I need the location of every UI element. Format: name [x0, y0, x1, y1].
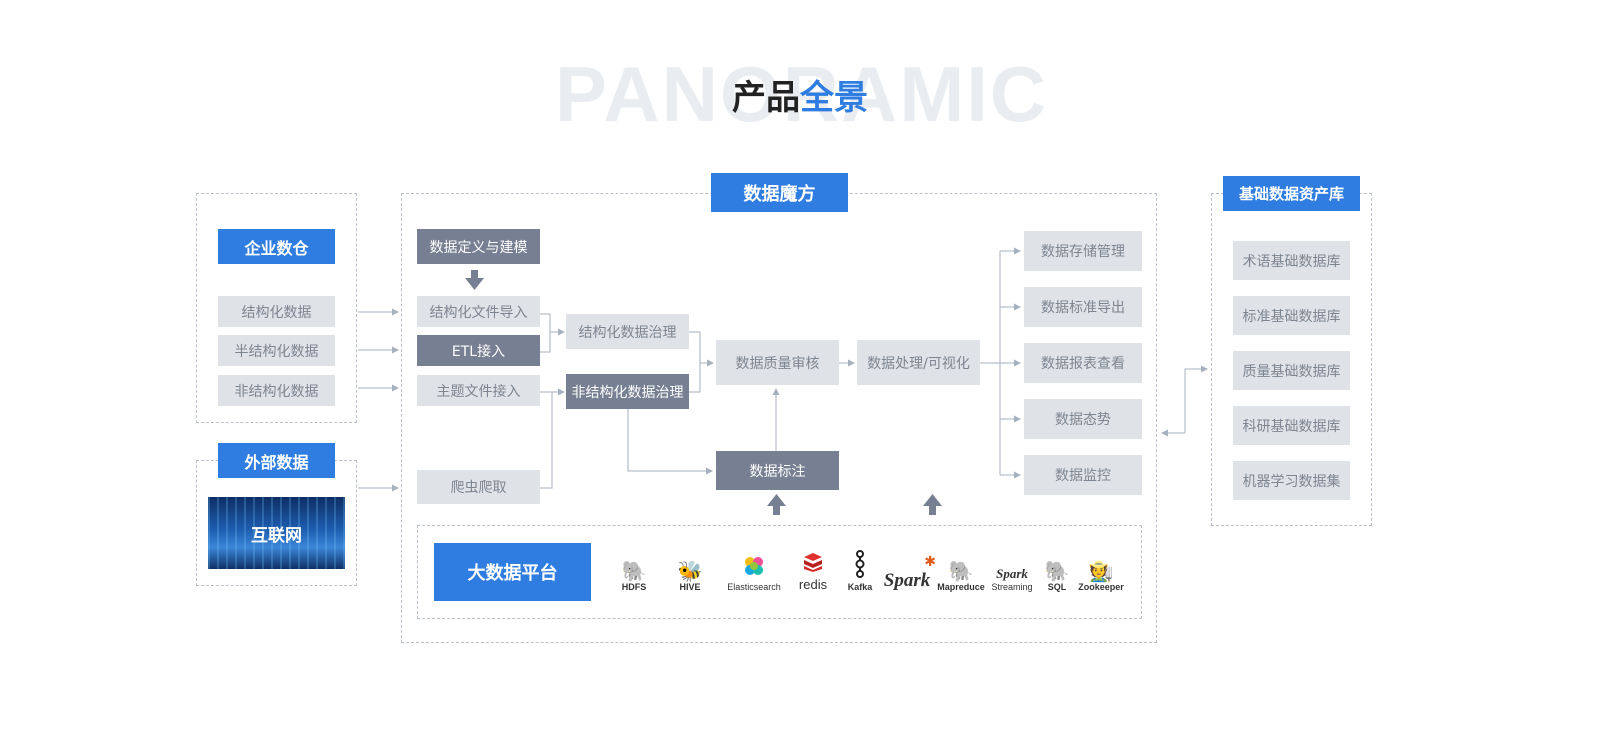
- library-title: 基础数据资产库: [1223, 176, 1360, 211]
- logo-name: SQL: [1047, 582, 1067, 592]
- kafka-logo: Kafka: [844, 548, 876, 592]
- mapreduce-logo: 🐘 Mapreduce: [937, 548, 985, 592]
- elephant-icon: 🐘: [621, 559, 647, 583]
- logo-name: Zookeeper: [1078, 582, 1124, 592]
- bee-elephant-icon: 🐝: [677, 559, 703, 583]
- elastic-icon: [742, 554, 766, 582]
- output-standard-export-box: 数据标准导出: [1024, 287, 1142, 327]
- elephant-icon: 🐘: [948, 559, 974, 583]
- internet-label: 互联网: [251, 525, 302, 546]
- spark-star-icon: ✱: [924, 554, 936, 570]
- spark-streaming-logo: Spark Streaming: [986, 548, 1038, 592]
- semi-structured-data-item: 半结构化数据: [218, 335, 335, 366]
- topic-file-box: 主题文件接入: [417, 375, 540, 406]
- spark-wordmark: Spark: [883, 570, 931, 591]
- output-situation-box: 数据态势: [1024, 399, 1142, 439]
- etl-box: ETL接入: [417, 335, 540, 366]
- sql-logo: 🐘 SQL: [1038, 548, 1076, 592]
- spark-logo: Spark ✱: [876, 552, 938, 592]
- logo-name: Elasticsearch: [727, 582, 781, 592]
- structured-import-box: 结构化文件导入: [417, 296, 540, 327]
- unstructured-governance-box: 非结构化数据治理: [566, 374, 689, 409]
- arrow-to-library: [1184, 365, 1208, 433]
- library-item: 术语基础数据库: [1233, 241, 1350, 280]
- annotation-box: 数据标注: [716, 451, 839, 490]
- output-report-box: 数据报表查看: [1024, 343, 1142, 383]
- structured-governance-box: 结构化数据治理: [566, 314, 689, 349]
- logo-name: redis: [798, 577, 828, 592]
- define-model-box: 数据定义与建模: [417, 229, 540, 264]
- unstructured-data-item: 非结构化数据: [218, 375, 335, 406]
- enterprise-warehouse-label: 企业数仓: [218, 229, 335, 264]
- crawler-box: 爬虫爬取: [417, 470, 540, 504]
- logo-name: Kafka: [847, 582, 873, 592]
- output-storage-box: 数据存储管理: [1024, 231, 1142, 271]
- library-item: 机器学习数据集: [1233, 461, 1350, 500]
- external-data-label: 外部数据: [218, 443, 335, 478]
- hdfs-logo: 🐘 HDFS: [610, 548, 658, 592]
- elasticsearch-logo: Elasticsearch: [724, 548, 784, 592]
- kafka-icon: [853, 550, 867, 582]
- big-data-platform-label: 大数据平台: [434, 543, 591, 601]
- spark-streaming-wordmark: Spark: [996, 566, 1028, 581]
- data-cube-title: 数据魔方: [711, 173, 848, 212]
- output-monitor-box: 数据监控: [1024, 455, 1142, 495]
- logo-name: HIVE: [679, 582, 701, 592]
- processing-visualization-box: 数据处理/可视化: [857, 340, 980, 385]
- hive-logo: 🐝 HIVE: [666, 548, 714, 592]
- library-item: 标准基础数据库: [1233, 296, 1350, 335]
- logo-name: Mapreduce: [937, 582, 985, 592]
- elephant-icon: 🐘: [1044, 559, 1070, 583]
- library-item: 科研基础数据库: [1233, 406, 1350, 445]
- library-item: 质量基础数据库: [1233, 351, 1350, 390]
- logo-name: Streaming: [991, 582, 1033, 592]
- zookeeper-icon: 🧑‍🌾: [1088, 559, 1114, 583]
- zookeeper-logo: 🧑‍🌾 Zookeeper: [1078, 548, 1124, 592]
- redis-cube-icon: [802, 551, 824, 577]
- quality-review-box: 数据质量审核: [716, 340, 839, 385]
- logo-name: HDFS: [621, 582, 647, 592]
- internet-image: 互联网: [208, 497, 345, 569]
- structured-data-item: 结构化数据: [218, 296, 335, 327]
- redis-logo: redis: [792, 548, 834, 592]
